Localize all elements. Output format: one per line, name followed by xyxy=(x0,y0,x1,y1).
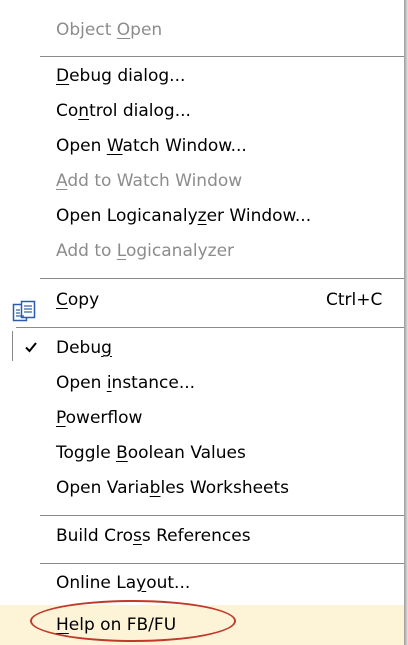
menu-item-label: Open instance... xyxy=(56,373,196,393)
menu-separator xyxy=(16,327,404,328)
menu-item-debug-dialog[interactable]: Debug dialog... xyxy=(0,61,404,91)
menu-item-label: Add to Watch Window xyxy=(56,171,243,191)
menu-separator xyxy=(40,56,404,57)
annotation-oval xyxy=(30,600,236,642)
menu-separator xyxy=(40,278,404,279)
menu-item-label: Debug xyxy=(56,338,112,358)
menu-item-open-variables-worksheets[interactable]: Open Variables Worksheets xyxy=(0,473,404,503)
menu-item-label: Copy xyxy=(56,290,100,310)
menu-separator xyxy=(40,515,404,516)
menu-item-object-open[interactable]: Object Open xyxy=(0,15,404,45)
menu-item-label: Open Watch Window... xyxy=(56,136,247,156)
menu-item-label: Debug dialog... xyxy=(56,66,186,86)
menu-item-powerflow[interactable]: Powerflow xyxy=(0,403,404,433)
menu-item-debug[interactable]: Debug xyxy=(0,333,404,363)
menu-item-add-to-watch-window[interactable]: Add to Watch Window xyxy=(0,166,404,196)
menu-item-label: Open Logicanalyzer Window... xyxy=(56,206,312,226)
menu-item-label: Powerflow xyxy=(56,408,143,428)
menu-shadow xyxy=(404,0,408,645)
shortcut-label: Ctrl+C xyxy=(326,290,383,310)
menu-item-label: Add to Logicanalyzer xyxy=(56,241,235,261)
menu-item-open-watch-window[interactable]: Open Watch Window... xyxy=(0,131,404,161)
menu-item-label: Control dialog... xyxy=(56,101,191,121)
menu-item-build-cross-references[interactable]: Build Cross References xyxy=(0,521,404,551)
menu-item-control-dialog[interactable]: Control dialog... xyxy=(0,96,404,126)
context-menu: Object Open Debug dialog... Control dial… xyxy=(0,0,408,645)
menu-item-add-to-logicanalyzer[interactable]: Add to Logicanalyzer xyxy=(0,236,404,266)
menu-item-open-logicanalyzer-window[interactable]: Open Logicanalyzer Window... xyxy=(0,201,404,231)
menu-item-label: Object Open xyxy=(56,20,163,40)
menu-item-label: Build Cross References xyxy=(56,526,251,546)
menu-separator xyxy=(40,563,404,564)
menu-item-open-instance[interactable]: Open instance... xyxy=(0,368,404,398)
menu-item-copy[interactable]: Copy Ctrl+C xyxy=(0,285,404,315)
menu-item-label: Toggle Boolean Values xyxy=(56,443,246,463)
menu-item-label: Open Variables Worksheets xyxy=(56,478,290,498)
menu-item-toggle-boolean-values[interactable]: Toggle Boolean Values xyxy=(0,438,404,468)
menu-item-online-layout[interactable]: Online Layout... xyxy=(0,568,404,598)
menu-item-label: Online Layout... xyxy=(56,573,191,593)
